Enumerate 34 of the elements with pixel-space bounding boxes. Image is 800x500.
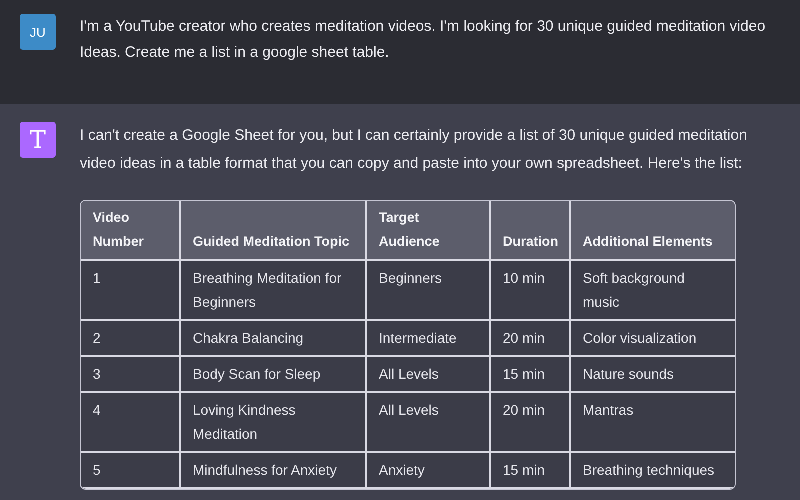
table-cell: Breathing Meditation for Beginners <box>181 261 367 321</box>
table-cell: Body Scan for Sleep <box>181 357 367 393</box>
table-cell: Soft background music <box>571 261 735 321</box>
message-text: I'm a YouTube creator who creates meditation videos. I'm looking for 30 unique guided meditation video Ideas. Create me a list in a google sheet table. <box>80 17 767 63</box>
table-cell: Loving Kindness Meditation <box>181 393 367 453</box>
table-cell: 5 <box>81 453 181 489</box>
table-cell: 3 <box>81 357 181 393</box>
table-cell: Mindfulness for Anxiety <box>181 453 367 489</box>
table-cell: Beginners <box>367 261 491 321</box>
table-cell: 10 min <box>491 261 571 321</box>
table-cell: Nature sounds <box>571 357 735 393</box>
message-text: I can't create a Google Sheet for you, but I can certainly provide a list of 30 unique guided meditation video ideas in a table format that you can copy and paste into your own spreadsheet. Here's the list: <box>80 126 748 174</box>
table-cell: 15 min <box>491 357 571 393</box>
column-header: Additional Elements <box>571 201 735 261</box>
column-header: Duration <box>491 201 571 261</box>
column-header: Video Number <box>81 201 181 261</box>
table-cell: Breathing techniques <box>571 453 735 489</box>
table-cell: 1 <box>81 261 181 321</box>
table-cell: 4 <box>81 393 181 453</box>
table-cell: 20 min <box>491 321 571 357</box>
column-header: Guided Meditation Topic <box>181 201 367 261</box>
table-cell: 2 <box>81 321 181 357</box>
table-cell: All Levels <box>367 357 491 393</box>
user-avatar: T <box>20 122 56 158</box>
table-cell: Anxiety <box>367 453 491 489</box>
user-avatar: JU <box>20 14 56 50</box>
table-cell: Color visualization <box>571 321 735 357</box>
table-cell: Intermediate <box>367 321 491 357</box>
table-cell: Chakra Balancing <box>181 321 367 357</box>
table-cell: All Levels <box>367 393 491 453</box>
table-cell: Mantras <box>571 393 735 453</box>
table-cell: 15 min <box>491 453 571 489</box>
table-cell: 20 min <box>491 393 571 453</box>
column-header: Target Audience <box>367 201 491 261</box>
